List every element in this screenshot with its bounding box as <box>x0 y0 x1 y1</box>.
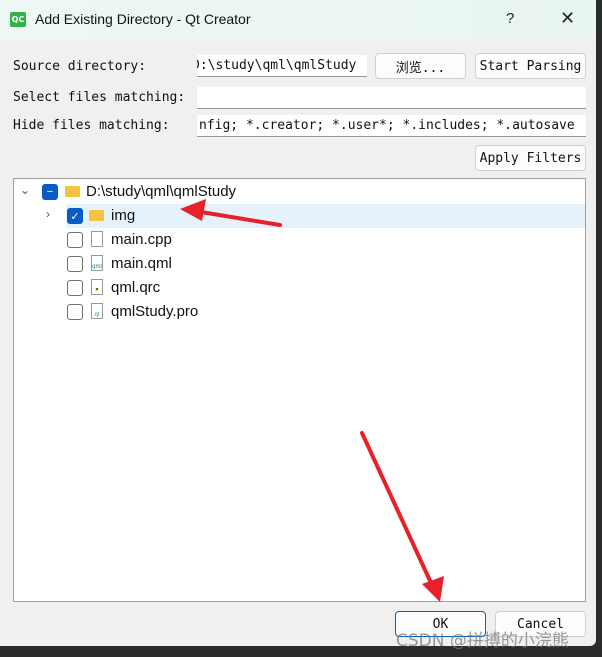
source-directory-input[interactable]: D:\study\qml\qmlStudy <box>197 55 367 77</box>
partial-checkbox[interactable]: − <box>42 184 58 200</box>
close-button[interactable]: ✕ <box>560 8 575 29</box>
folder-icon <box>89 210 104 221</box>
select-files-label: Select files matching: <box>13 90 186 105</box>
tree-item-img[interactable]: › ✓ img <box>46 204 585 228</box>
tree-item-main-cpp[interactable]: main.cpp <box>66 228 585 252</box>
checkbox-img[interactable]: ✓ <box>67 208 83 224</box>
window-title: Add Existing Directory - Qt Creator <box>35 11 251 27</box>
qml-file-icon: qml <box>91 255 103 271</box>
checkbox[interactable] <box>67 256 83 272</box>
checkbox[interactable] <box>67 232 83 248</box>
folder-icon <box>65 186 80 197</box>
pro-file-icon: qt <box>91 303 103 319</box>
item-label: qmlStudy.pro <box>111 303 199 320</box>
item-label: qml.qrc <box>111 279 161 296</box>
qt-creator-icon: QC <box>10 12 26 27</box>
dialog: QC Add Existing Directory - Qt Creator ?… <box>0 0 596 646</box>
watermark: CSDN @拼搏的小浣熊 <box>396 631 569 651</box>
item-label: img <box>111 207 136 224</box>
title-bar: QC Add Existing Directory - Qt Creator ?… <box>0 0 596 40</box>
start-parsing-button[interactable]: Start Parsing <box>475 53 586 79</box>
item-label: main.cpp <box>111 231 172 248</box>
chevron-down-icon[interactable]: ⌄ <box>20 183 30 197</box>
qrc-lock-icon: ▪ <box>91 279 103 295</box>
help-button[interactable]: ? <box>506 10 514 27</box>
checkbox[interactable] <box>67 280 83 296</box>
browse-button[interactable]: 浏览... <box>375 53 466 79</box>
item-label: main.qml <box>111 255 172 272</box>
apply-filters-button[interactable]: Apply Filters <box>475 145 586 171</box>
select-files-input[interactable] <box>197 87 586 109</box>
tree-item-qmlstudy-pro[interactable]: qt qmlStudy.pro <box>66 300 585 324</box>
hide-files-input[interactable]: nfig; *.creator; *.user*; *.includes; *.… <box>197 115 586 137</box>
chevron-right-icon[interactable]: › <box>46 207 50 221</box>
checkbox[interactable] <box>67 304 83 320</box>
file-tree[interactable]: ⌄ − D:\study\qml\qmlStudy › ✓ img main.c… <box>13 178 586 602</box>
source-directory-label: Source directory: <box>13 59 147 74</box>
tree-item-qml-qrc[interactable]: ▪ qml.qrc <box>66 276 585 300</box>
tree-root[interactable]: ⌄ − D:\study\qml\qmlStudy <box>14 180 585 204</box>
file-icon <box>91 231 103 247</box>
tree-item-main-qml[interactable]: qml main.qml <box>66 252 585 276</box>
hide-files-label: Hide files matching: <box>13 118 170 133</box>
tree-root-label: D:\study\qml\qmlStudy <box>86 183 237 200</box>
